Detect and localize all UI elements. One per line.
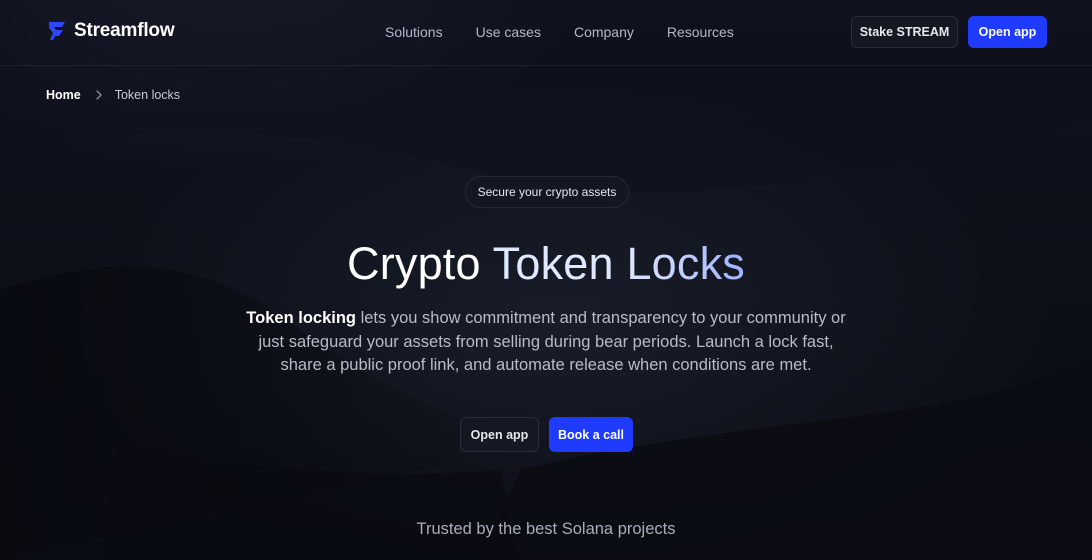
breadcrumb: Home Token locks [46, 88, 180, 102]
brand-name: Streamflow [74, 20, 175, 41]
open-app-button-header[interactable]: Open app [968, 16, 1047, 48]
main-nav: Solutions Use cases Company Resources [385, 24, 767, 40]
breadcrumb-home[interactable]: Home [46, 88, 81, 102]
page: Streamflow Solutions Use cases Company R… [0, 0, 1092, 560]
streamflow-logo[interactable]: Streamflow [46, 20, 175, 42]
book-a-call-button[interactable]: Book a call [549, 417, 633, 452]
open-app-button-hero[interactable]: Open app [460, 417, 539, 452]
hero-title-part-2: Token [492, 238, 627, 289]
stake-stream-button[interactable]: Stake STREAM [851, 16, 958, 48]
hero-description-bold: Token locking [246, 309, 356, 327]
nav-item-resources[interactable]: Resources [667, 24, 734, 40]
hero-title: Crypto Token Locks [0, 238, 1092, 290]
streamflow-logo-icon [49, 22, 65, 40]
hero-title-part-3: Locks [626, 238, 745, 289]
trusted-by-heading: Trusted by the best Solana projects [416, 520, 676, 538]
nav-item-company[interactable]: Company [574, 24, 634, 40]
chevron-right-icon [96, 90, 102, 100]
hero-tag-pill: Secure your crypto assets [465, 176, 629, 208]
hero-description: Token locking lets you show commitment a… [240, 307, 852, 378]
hero-title-part-1: Crypto [347, 238, 493, 289]
nav-item-solutions[interactable]: Solutions [385, 24, 443, 40]
top-navigation-bar: Streamflow Solutions Use cases Company R… [0, 0, 1092, 66]
nav-item-use-cases[interactable]: Use cases [476, 24, 541, 40]
breadcrumb-current: Token locks [114, 88, 181, 102]
